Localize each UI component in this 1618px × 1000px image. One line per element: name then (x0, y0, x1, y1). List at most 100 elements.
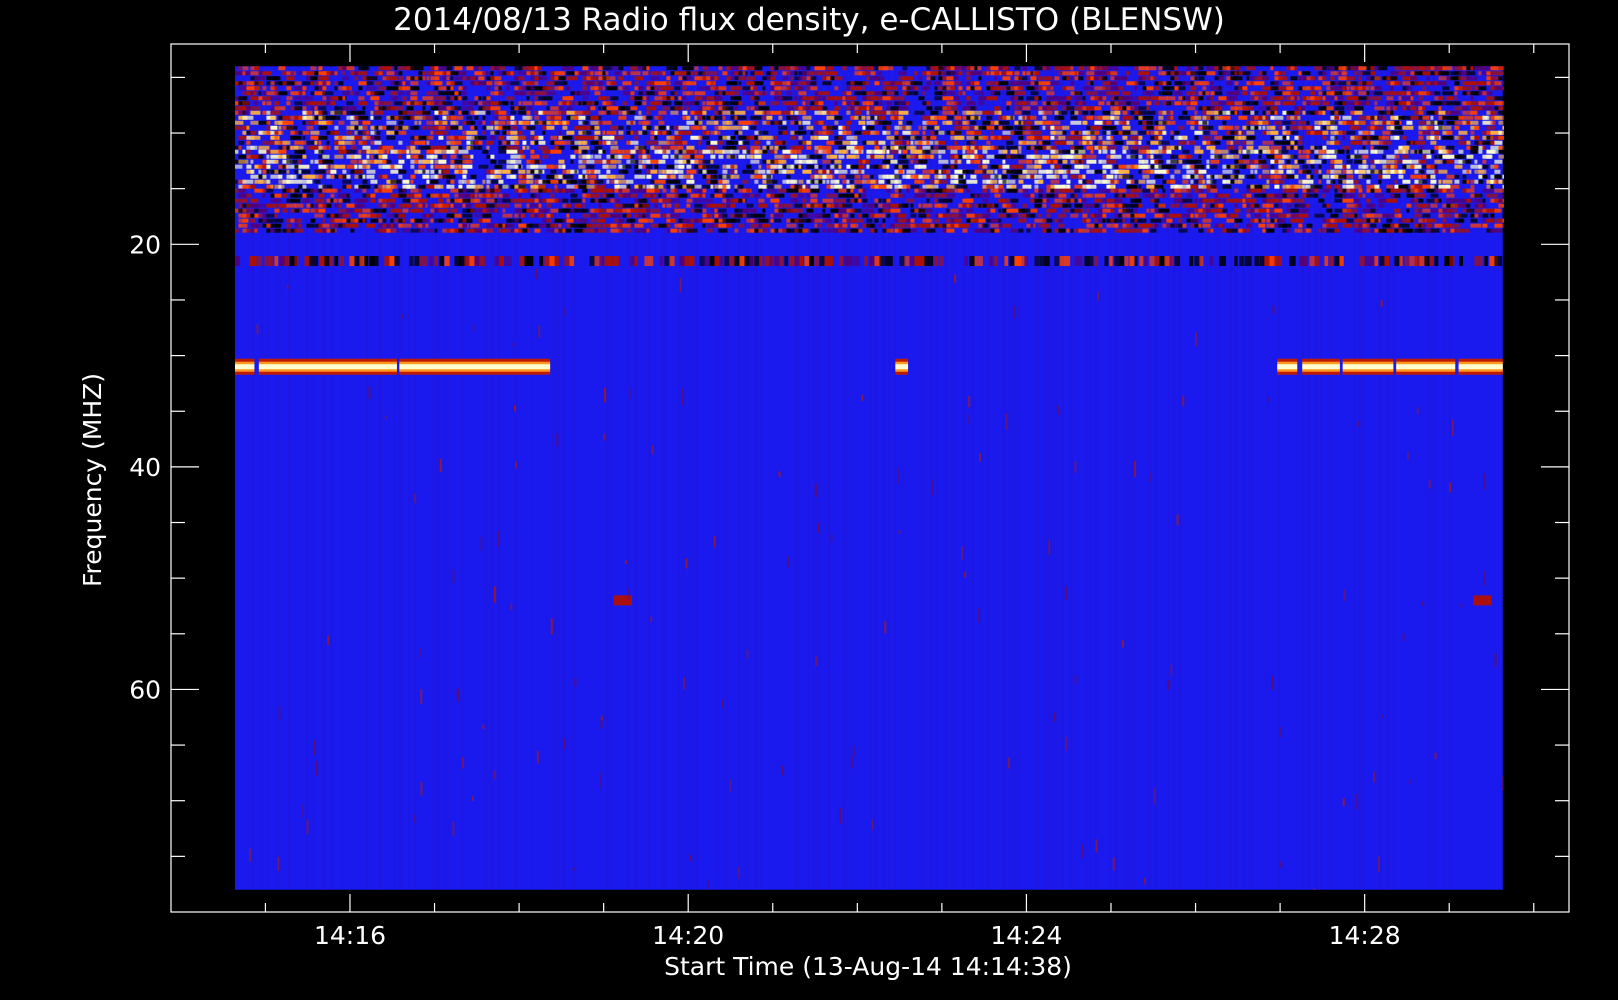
noise-cell (690, 174, 694, 179)
noise-cell (854, 135, 858, 140)
noise-cell (734, 115, 738, 120)
noise-cell (410, 188, 419, 193)
noise-cell (350, 106, 357, 111)
noise-cell (1486, 91, 1493, 96)
noise-cell (734, 169, 738, 174)
noise-cell (1234, 125, 1240, 130)
noise-cell (418, 76, 423, 81)
noise-cell (1050, 164, 1055, 169)
noise-cell (498, 198, 503, 203)
noise-cell (1418, 81, 1425, 86)
noise-cell (1494, 86, 1504, 91)
noise-cell (1070, 115, 1078, 120)
noise-cell (386, 86, 396, 91)
noise-cell (1186, 106, 1196, 111)
noise-cell (782, 169, 787, 174)
noise-cell (582, 125, 587, 130)
noise-cell (366, 130, 370, 135)
noise-cell (538, 140, 546, 145)
noise-cell (1306, 125, 1312, 130)
noise-cell (814, 164, 819, 169)
noise-cell (1026, 86, 1036, 91)
noise-cell (966, 159, 971, 164)
noise-cell (890, 106, 900, 111)
noise-cell (1174, 66, 1178, 71)
noise-cell (766, 140, 771, 145)
noise-cell (578, 91, 590, 96)
noise-cell (382, 145, 394, 150)
noise-cell (1106, 174, 1114, 179)
noise-cell (1470, 96, 1474, 101)
noise-cell (1474, 193, 1483, 198)
noise-cell (546, 91, 556, 96)
noise-cell (1246, 66, 1256, 71)
noise-cell (1078, 130, 1082, 135)
noise-cell (630, 193, 638, 198)
noise-cell (966, 76, 971, 81)
noise-cell (1374, 145, 1379, 150)
noise-cell (814, 135, 818, 140)
noise-cell (770, 101, 780, 106)
noise-cell (1174, 130, 1180, 135)
noise-cell (258, 149, 267, 154)
noise-cell (1162, 193, 1166, 198)
noise-cell (694, 96, 703, 101)
noise-cell (298, 159, 302, 164)
noise-cell (598, 120, 603, 125)
noise-cell (402, 188, 407, 193)
noise-cell (1430, 149, 1435, 154)
noise-cell (1314, 145, 1318, 150)
noise-cell (722, 164, 727, 169)
noise-cell (330, 193, 335, 198)
noise-cell (1210, 159, 1220, 164)
noise-cell (590, 140, 600, 145)
noise-cell (1410, 96, 1414, 101)
noise-cell (498, 140, 502, 145)
noise-cell (730, 154, 736, 159)
noise-cell (1194, 130, 1204, 135)
texture-stripe (876, 66, 878, 890)
noise-cell (634, 86, 639, 91)
noise-cell (1278, 125, 1283, 130)
noise-cell (1262, 71, 1267, 76)
noise-cell (1278, 179, 1285, 184)
noise-cell (746, 66, 751, 71)
noise-cell (1338, 96, 1344, 101)
noise-cell (386, 130, 391, 135)
noise-cell (730, 135, 736, 140)
noise-cell (250, 120, 260, 125)
noise-cell (450, 154, 457, 159)
noise-cell (334, 164, 344, 169)
noise-cell (1270, 154, 1274, 159)
noise-cell (914, 130, 920, 135)
noise-cell (1074, 71, 1078, 76)
noise-cell (242, 149, 246, 154)
noise-cell (646, 110, 651, 115)
noise-cell (890, 96, 895, 101)
noise-cell (902, 184, 911, 189)
noise-cell (398, 140, 403, 145)
noise-cell (286, 96, 293, 101)
noise-cell (738, 115, 747, 120)
noise-cell (1374, 86, 1382, 91)
noise-cell (1306, 101, 1311, 106)
noise-cell (286, 120, 294, 125)
noise-cell (262, 71, 272, 76)
noise-cell (1158, 115, 1164, 120)
noise-cell (678, 164, 685, 169)
noise-cell (382, 174, 388, 179)
noise-cell (1382, 154, 1386, 159)
noise-cell (1394, 164, 1398, 169)
noise-cell (1122, 125, 1131, 130)
noise-cell (258, 91, 262, 96)
noise-cell (886, 154, 894, 159)
noise-cell (1122, 135, 1128, 140)
noise-cell (678, 76, 683, 81)
noise-cell (390, 179, 402, 184)
noise-cell (362, 174, 366, 179)
noise-cell (1258, 154, 1262, 159)
noise-cell (586, 169, 590, 174)
noise-cell (790, 179, 796, 184)
noise-cell (674, 106, 685, 111)
noise-cell (930, 120, 938, 125)
